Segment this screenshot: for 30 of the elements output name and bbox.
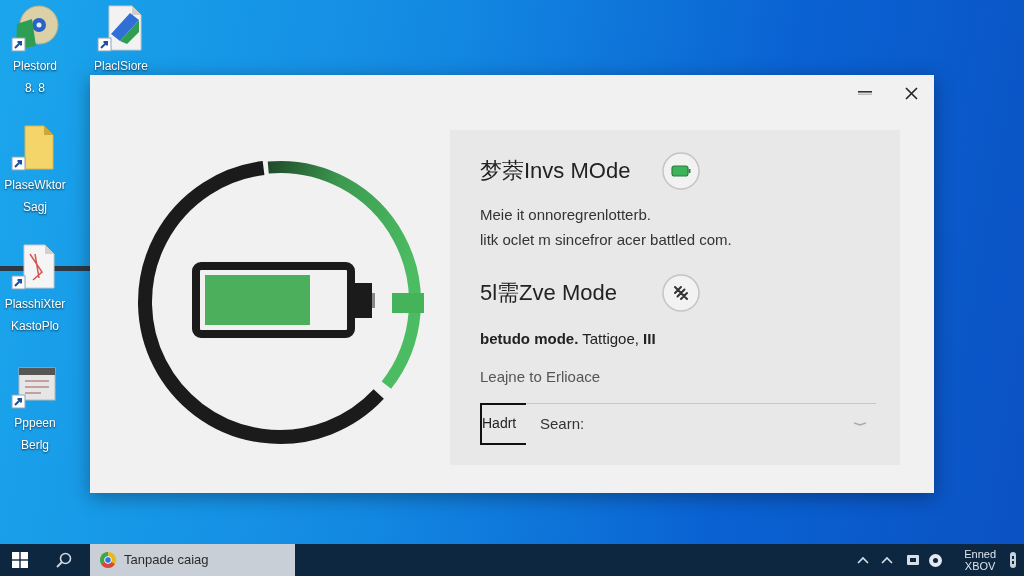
document-icon[interactable] <box>97 4 145 52</box>
shortcut-label: PlaseWktor Sagj <box>4 177 66 216</box>
clock-text[interactable]: Enned XBOV <box>964 548 996 572</box>
windows-logo-icon[interactable] <box>12 552 28 568</box>
dropdown-field[interactable]: Hadrt Searn: <box>480 403 876 444</box>
tray-square-icon[interactable] <box>907 554 920 566</box>
mode-description: betudo mode. Tattigoe, III <box>480 329 656 349</box>
close-icon <box>904 86 918 100</box>
dropdown-label: Hadrt <box>480 402 526 445</box>
mode-title: 5l需Zve Mode <box>480 280 617 305</box>
chevron-up-icon[interactable] <box>881 556 894 564</box>
crossed-lines-icon <box>662 274 700 312</box>
disc-icon[interactable] <box>11 4 59 52</box>
mode-title: 梦萘Invs MOde <box>480 158 631 183</box>
taskbar-app[interactable]: Tanpade caiag <box>90 544 295 576</box>
shortcut-label: Pppeen Berlg <box>14 415 56 454</box>
mode-description: Meie it onnoregrenlotterb. litk oclet m sincefror acer battled com. <box>480 205 732 250</box>
dropdown-value: Searn: <box>540 413 585 434</box>
search-icon[interactable] <box>56 552 72 568</box>
chevron-up-icon[interactable] <box>857 556 870 564</box>
app-icon <box>100 552 116 568</box>
hint-text: Leajne to Erlioace <box>480 367 601 387</box>
shortcut-label: PlasshiXter KastoPlo <box>4 296 66 335</box>
battery-icon <box>662 152 700 190</box>
shortcut-label: PlaclSiore <box>94 58 148 75</box>
minimize-icon <box>858 91 872 95</box>
notification-icon[interactable] <box>1010 552 1016 568</box>
caret-icon <box>854 422 866 426</box>
shortcut-label: Plestord 8. 8 <box>13 58 57 97</box>
tray-circle-icon[interactable] <box>929 553 943 567</box>
